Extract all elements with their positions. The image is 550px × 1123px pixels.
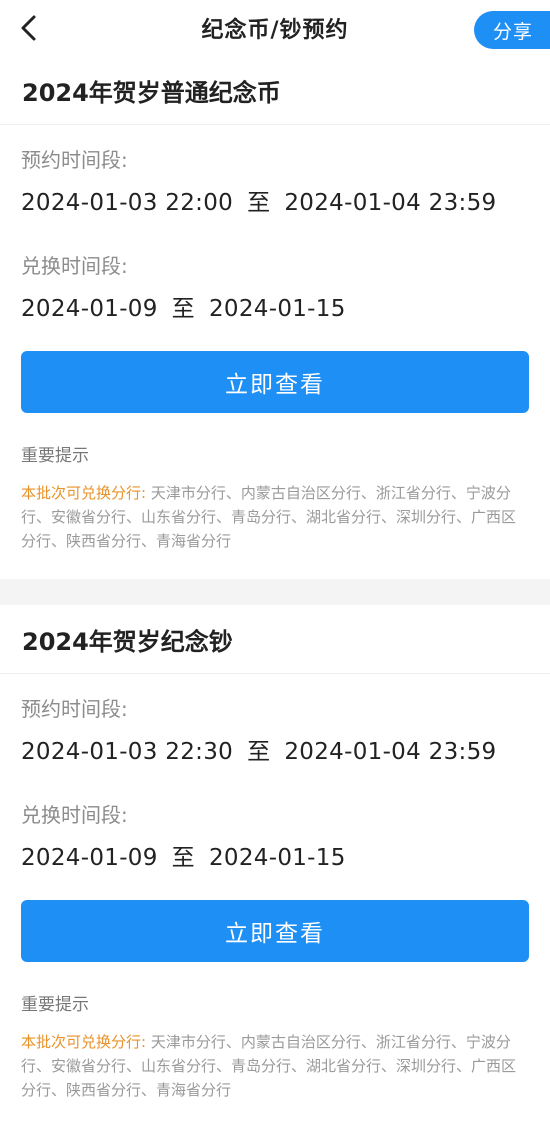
reserve-label: 预约时间段:	[21, 148, 128, 172]
range-separator: 至	[247, 739, 271, 765]
reserve-end: 2024-01-04 23:59	[284, 190, 497, 216]
tip-label: 本批次可兑换分行:	[21, 1033, 147, 1051]
coin-card: 2024年贺岁普通纪念币 预约时间段: 2024-01-03 22:00 至 202…	[0, 56, 550, 553]
reserve-period: 2024-01-03 22:30 至 2024-01-04 23:59	[21, 732, 529, 772]
exchange-end: 2024-01-15	[208, 296, 346, 322]
page-title: 纪念币/钞预约	[201, 18, 349, 43]
nav-bar: 纪念币/钞预约 分享	[0, 0, 550, 56]
tip-label: 本批次可兑换分行:	[21, 484, 147, 502]
exchange-start: 2024-01-09	[21, 845, 158, 871]
card-title: 2024年贺岁普通纪念币	[0, 56, 550, 125]
view-now-button[interactable]: 立即查看	[21, 351, 529, 413]
range-separator: 至	[247, 190, 271, 216]
range-separator: 至	[171, 296, 195, 322]
tip-title: 重要提示	[21, 995, 89, 1015]
banknote-card: 2024年贺岁纪念钞 预约时间段: 2024-01-03 22:30 至 2024-…	[0, 605, 550, 1102]
share-button[interactable]: 分享	[474, 11, 550, 49]
exchange-label: 兑换时间段:	[21, 803, 128, 827]
tip-text: 本批次可兑换分行: 天津市分行、内蒙古自治区分行、浙江省分行、宁波分行、安徽省分…	[21, 1030, 529, 1102]
reserve-period: 2024-01-03 22:00 至 2024-01-04 23:59	[21, 183, 529, 223]
exchange-period: 2024-01-09 至 2024-01-15	[21, 838, 529, 878]
card-body: 预约时间段: 2024-01-03 22:30 至 2024-01-04 23:59…	[0, 674, 550, 1102]
range-separator: 至	[171, 845, 195, 871]
view-now-button[interactable]: 立即查看	[21, 900, 529, 962]
card-title: 2024年贺岁纪念钞	[0, 605, 550, 674]
section-divider	[0, 579, 550, 605]
exchange-label: 兑换时间段:	[21, 254, 128, 278]
tip-text: 本批次可兑换分行: 天津市分行、内蒙古自治区分行、浙江省分行、宁波分行、安徽省分…	[21, 481, 529, 553]
reserve-start: 2024-01-03 22:00	[21, 190, 234, 216]
reserve-label: 预约时间段:	[21, 697, 128, 721]
card-body: 预约时间段: 2024-01-03 22:00 至 2024-01-04 23:59…	[0, 125, 550, 553]
reserve-end: 2024-01-04 23:59	[284, 739, 497, 765]
exchange-start: 2024-01-09	[21, 296, 158, 322]
tip-title: 重要提示	[21, 446, 89, 466]
reserve-start: 2024-01-03 22:30	[21, 739, 234, 765]
exchange-period: 2024-01-09 至 2024-01-15	[21, 289, 529, 329]
exchange-end: 2024-01-15	[208, 845, 346, 871]
